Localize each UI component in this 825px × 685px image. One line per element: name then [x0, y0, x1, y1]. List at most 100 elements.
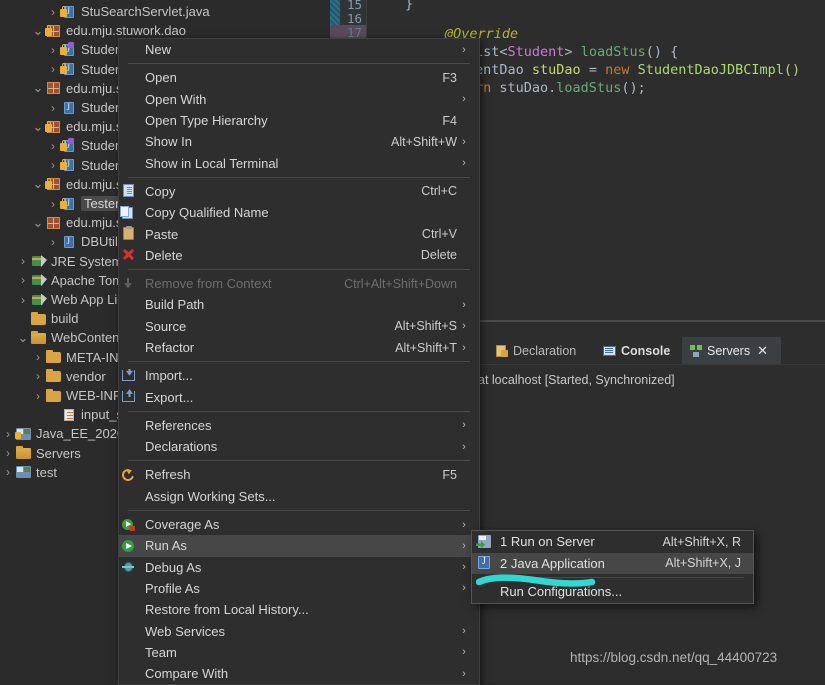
chevron-right-icon[interactable]: ›	[2, 446, 14, 460]
chevron-right-icon: ›	[462, 667, 466, 680]
chevron-right-icon: ›	[462, 582, 466, 595]
tree-item[interactable]: › Web App Lil	[0, 290, 120, 309]
close-icon[interactable]: ✕	[757, 344, 768, 357]
chevron-right-icon[interactable]: ›	[17, 293, 29, 307]
menu-item-show-in[interactable]: Show In Alt+Shift+W ›	[119, 131, 479, 152]
menu-item-build-path[interactable]: Build Path ›	[119, 294, 479, 315]
tab-servers[interactable]: Servers ✕	[682, 337, 781, 364]
menu-item-web-services[interactable]: Web Services ›	[119, 620, 479, 641]
chevron-down-icon[interactable]: ⌄	[32, 119, 44, 135]
chevron-right-icon[interactable]: ›	[47, 5, 59, 19]
tree-item[interactable]: › WEB-INF	[0, 386, 121, 405]
submenu-item-1-run-on-server[interactable]: 1 Run on Server Alt+Shift+X, R	[472, 531, 753, 553]
tree-item-label: build	[51, 311, 79, 327]
tree-item[interactable]: › Servers	[0, 444, 81, 463]
chevron-right-icon[interactable]: ›	[47, 62, 59, 76]
chevron-right-icon[interactable]: ›	[32, 350, 44, 364]
menu-icon-placeholder	[119, 70, 145, 86]
code-token: loadStus	[556, 80, 622, 96]
tree-item[interactable]: › StuSearchServlet.java	[0, 2, 210, 21]
server-status-row[interactable]: at localhost [Started, Synchronized]	[478, 373, 675, 387]
menu-item-profile-as[interactable]: Profile As ›	[119, 578, 479, 599]
chevron-right-icon: ›	[462, 43, 466, 56]
menu-item-paste[interactable]: PasteCtrl+V›	[119, 223, 479, 244]
menu-item-import[interactable]: Import...›	[119, 365, 479, 386]
chevron-right-icon[interactable]: ›	[47, 197, 59, 211]
tree-item[interactable]: › Apache Tom	[0, 271, 123, 290]
menu-item-open-type-hierarchy[interactable]: Open Type HierarchyF4›	[119, 110, 479, 131]
tree-item[interactable]: › META-INI	[0, 348, 122, 367]
menu-item-refactor[interactable]: Refactor Alt+Shift+T ›	[119, 337, 479, 358]
menu-item-shortcut: Ctrl+Alt+Shift+Down	[344, 276, 457, 291]
menu-item-label: Refresh	[145, 467, 191, 483]
tree-item[interactable]: › test	[0, 463, 57, 482]
java-file-locked-icon	[60, 196, 77, 212]
chevron-right-icon[interactable]: ›	[17, 273, 29, 287]
tree-item[interactable]: ⌄ edu.mju.s	[0, 175, 123, 194]
tree-item-label: edu.mju.s	[66, 176, 123, 192]
menu-item-compare-with[interactable]: Compare With ›	[119, 663, 479, 684]
menu-item-copy-qualified-name[interactable]: Copy Qualified Name›	[119, 202, 479, 223]
tree-item[interactable]: › Studen	[0, 98, 122, 117]
run-as-submenu[interactable]: 1 Run on Server Alt+Shift+X, R 2 Java Appl…	[471, 530, 754, 604]
chevron-right-icon[interactable]: ›	[32, 389, 44, 403]
menu-item-restore-from-local-history[interactable]: Restore from Local History...›	[119, 599, 479, 620]
menu-item-delete[interactable]: DeleteDelete›	[119, 245, 479, 266]
tree-item[interactable]: › Java_EE_2020-1	[0, 424, 136, 443]
menu-item-show-in-local-terminal[interactable]: Show in Local Terminal ›	[119, 152, 479, 173]
menu-item-debug-as[interactable]: Debug As ›	[119, 557, 479, 578]
menu-item-source[interactable]: Source Alt+Shift+S ›	[119, 316, 479, 337]
submenu-item-run-configurations[interactable]: Run Configurations...	[472, 581, 753, 603]
menu-item-refresh[interactable]: RefreshF5›	[119, 464, 479, 485]
chevron-right-icon[interactable]: ›	[47, 43, 59, 57]
java-file-locked-icon	[60, 61, 77, 77]
menu-item-copy[interactable]: CopyCtrl+C›	[119, 181, 479, 202]
tree-item[interactable]: ⌄ edu.mju.s	[0, 117, 123, 136]
chevron-down-icon[interactable]: ⌄	[32, 215, 44, 231]
chevron-right-icon[interactable]: ›	[2, 427, 14, 441]
menu-item-team[interactable]: Team ›	[119, 642, 479, 663]
chevron-right-icon[interactable]: ›	[2, 465, 14, 479]
menu-item-open[interactable]: OpenF3›	[119, 67, 479, 88]
menu-item-references[interactable]: References ›	[119, 415, 479, 436]
tree-item[interactable]: build	[0, 309, 78, 328]
chevron-right-icon: ›	[462, 341, 466, 354]
tree-item[interactable]: › Studen	[0, 40, 122, 59]
chevron-right-icon[interactable]: ›	[32, 369, 44, 383]
tree-item[interactable]: ›DBUtils	[0, 232, 124, 251]
menu-item-open-with[interactable]: Open With ›	[119, 89, 479, 110]
tab-label: Servers	[707, 343, 751, 358]
tree-item[interactable]: › JRE System	[0, 252, 123, 271]
submenu-item-shortcut: Alt+Shift+X, R	[662, 534, 741, 549]
menu-item-shortcut: Alt+Shift+S	[394, 319, 457, 334]
menu-item-declarations[interactable]: Declarations ›	[119, 436, 479, 457]
tree-item-label: Studen	[81, 100, 123, 115]
tree-item[interactable]: ⌄ edu.mju.s	[0, 79, 123, 98]
chevron-down-icon[interactable]: ⌄	[32, 80, 44, 96]
chevron-down-icon[interactable]: ⌄	[17, 330, 29, 346]
tree-item[interactable]: › Studen	[0, 60, 122, 79]
chevron-down-icon[interactable]: ⌄	[32, 176, 44, 192]
tree-item[interactable]: › Studen	[0, 156, 122, 175]
tab-console[interactable]: Console	[596, 337, 696, 364]
chevron-right-icon[interactable]: ›	[47, 101, 59, 115]
tree-item[interactable]: ⌄ WebContent	[0, 328, 123, 347]
context-menu[interactable]: New › Open F3 › Open With › Open Type Hierarchy…	[118, 38, 480, 685]
menu-item-run-as[interactable]: Run As ›	[119, 535, 479, 557]
menu-item-new[interactable]: New ›	[119, 39, 479, 60]
chevron-right-icon[interactable]: ›	[17, 254, 29, 268]
menu-item-export[interactable]: Export...›	[119, 386, 479, 407]
tree-item[interactable]: ›Tester.	[0, 194, 126, 213]
chevron-right-icon[interactable]: ›	[47, 235, 59, 249]
tab-declaration[interactable]: Declaration	[488, 337, 610, 364]
chevron-down-icon[interactable]: ⌄	[32, 23, 44, 39]
menu-item-assign-working-sets[interactable]: Assign Working Sets...›	[119, 486, 479, 507]
tree-item[interactable]: ⌄ edu.mju.s	[0, 213, 123, 232]
submenu-item-2-java-application[interactable]: 2 Java Application Alt+Shift+X, J	[472, 552, 753, 574]
chevron-right-icon[interactable]: ›	[47, 158, 59, 172]
tree-item[interactable]: › vendor	[0, 367, 106, 386]
tree-item[interactable]: › Studen	[0, 136, 122, 155]
chevron-right-icon[interactable]: ›	[47, 139, 59, 153]
servers-view-body[interactable]: at localhost [Started, Synchronized]	[470, 364, 825, 681]
menu-item-coverage-as[interactable]: Coverage As ›	[119, 514, 479, 535]
